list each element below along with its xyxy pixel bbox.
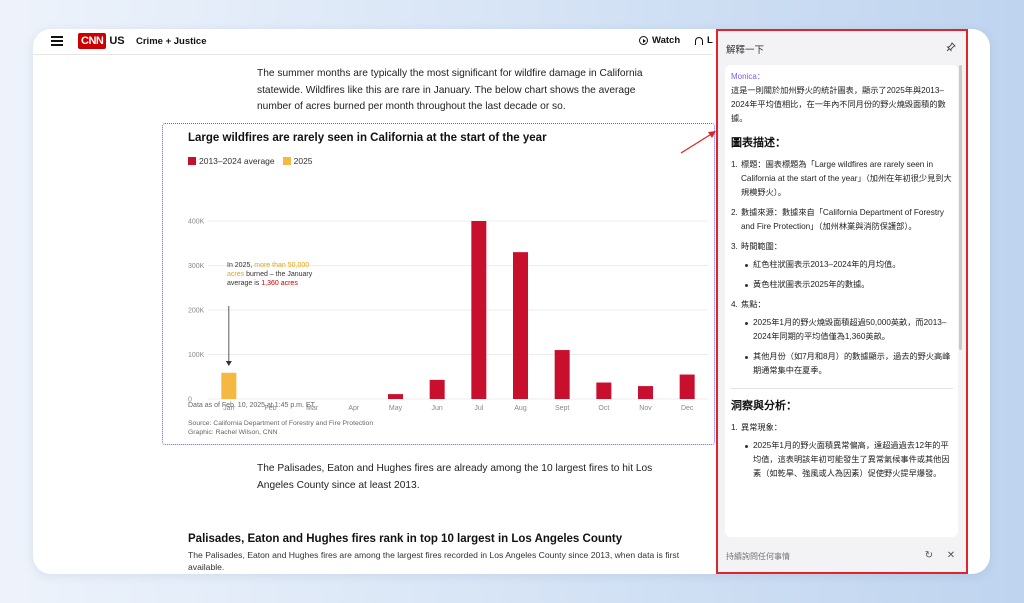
x-tick-label: Oct: [598, 405, 609, 412]
x-tick-label: Aug: [514, 405, 527, 412]
followup-input[interactable]: [726, 551, 914, 561]
bar-average: [471, 221, 487, 399]
logo-mark: CNN: [78, 33, 107, 49]
x-tick-label: Apr: [348, 405, 360, 412]
chart-annotation: In 2025, more than 50,000 acres burned –…: [227, 261, 327, 288]
x-tick-label: Sept: [555, 405, 569, 412]
followup-input-row: ↻ ✕: [726, 545, 958, 567]
bullet-item: 黃色柱狀圖表示2025年的數據。: [731, 278, 953, 292]
note-prefix: In 2025,: [227, 262, 255, 269]
list-item: 3. 時間範圍：: [731, 240, 953, 254]
annotation-arrowhead: [225, 361, 232, 366]
chart-container: Large wildfires are rarely seen in Calif…: [162, 123, 715, 445]
listen-label: L: [707, 35, 713, 46]
edition-label: US: [109, 35, 125, 47]
x-tick-label: Dec: [681, 405, 694, 412]
x-tick-label: Nov: [639, 405, 652, 412]
section-heading: Palisades, Eaton and Hughes fires rank i…: [188, 533, 623, 545]
y-tick-label: 400K: [188, 219, 205, 226]
section-link[interactable]: Crime + Justice: [136, 36, 207, 47]
source-line: Source: California Department of Forestr…: [188, 420, 374, 427]
response-card: Monica： 這是一則關於加州野火的統計圖表，顯示了2025年與2013–20…: [725, 65, 958, 537]
chart-source: Source: California Department of Forestr…: [188, 420, 373, 437]
panel-header: 解釋一下: [718, 31, 966, 65]
bullet-item: 紅色柱狀圖表示2013–2024年的月均值。: [731, 258, 953, 272]
listen-button[interactable]: L: [695, 35, 713, 46]
list-text: 焦點：: [741, 300, 766, 309]
site-header: CNN US Crime + Justice Watch L: [33, 29, 713, 55]
section-title-description: 圖表描述：: [731, 137, 786, 149]
pin-icon[interactable]: [946, 42, 956, 52]
assistant-name: Monica：: [731, 72, 765, 81]
bar-average: [638, 386, 653, 399]
menu-icon[interactable]: [51, 36, 63, 46]
intro-paragraph: The summer months are typically the most…: [257, 68, 643, 112]
response-intro: 這是一則關於加州野火的統計圖表，顯示了2025年與2013–2024年平均值相比…: [731, 86, 946, 123]
list-item: 1. 異常現象：: [731, 421, 953, 435]
list-number: 3.: [731, 242, 738, 251]
bar-average: [554, 350, 570, 399]
watch-button[interactable]: Watch: [639, 35, 680, 46]
y-tick-label: 200K: [188, 308, 205, 315]
list-text: 標題：圖表標題為「Large wildfires are rarely seen…: [741, 160, 952, 197]
panel-title: 解釋一下: [726, 45, 765, 56]
list-number: 1.: [731, 423, 738, 432]
list-item: 4. 焦點：: [731, 298, 953, 312]
scrollbar[interactable]: [959, 65, 962, 350]
close-icon[interactable]: ✕: [944, 549, 958, 563]
cnn-logo[interactable]: CNN US: [78, 33, 125, 49]
section-title-analysis: 洞察與分析：: [731, 400, 797, 412]
list-item: 1. 標題：圖表標題為「Large wildfires are rarely s…: [731, 158, 953, 200]
bar-average: [429, 379, 445, 399]
explain-panel: 解釋一下 Monica： 這是一則關於加州野火的統計圖表，顯示了2025年與20…: [716, 29, 968, 574]
list-item: 2. 數據來源：數據來自「California Department of Fo…: [731, 206, 953, 234]
refresh-icon[interactable]: ↻: [922, 549, 936, 563]
bar-average: [596, 382, 612, 399]
y-tick-label: 300K: [188, 263, 205, 270]
bar-2025: [221, 372, 237, 399]
section-text: The Palisades, Eaton and Hughes fires ar…: [188, 550, 680, 572]
watch-label: Watch: [652, 35, 681, 46]
data-as-of: Data as of Feb. 10, 2025 at 1:45 p.m. ET: [188, 402, 315, 409]
x-tick-label: Jun: [432, 405, 443, 412]
list-text: 時間範圍：: [741, 242, 782, 251]
y-tick-label: 100K: [188, 352, 205, 359]
headphones-icon: [695, 36, 703, 45]
divider: [731, 388, 953, 389]
note-red: 1,360 acres: [261, 280, 298, 287]
bar-average: [679, 374, 695, 399]
list-text: 異常現象：: [741, 423, 782, 432]
list-number: 1.: [731, 160, 738, 169]
list-number: 2.: [731, 208, 738, 217]
list-number: 4.: [731, 300, 738, 309]
list-text: 數據來源：數據來自「California Department of Fores…: [741, 208, 944, 231]
bullet-item: 2025年1月的野火燒毀面積超過50,000英畝，而2013–2024年同期的平…: [731, 316, 953, 344]
after-chart-paragraph: The Palisades, Eaton and Hughes fires ar…: [257, 463, 653, 491]
bar-average: [513, 252, 528, 399]
x-tick-label: Jul: [474, 405, 483, 412]
play-icon: [639, 36, 648, 45]
bullet-item: 2025年1月的野火面積異常偏高，遠超過過去12年的平均值，這表明該年初可能發生…: [731, 439, 953, 481]
x-tick-label: May: [389, 405, 403, 412]
response-content: Monica： 這是一則關於加州野火的統計圖表，顯示了2025年與2013–20…: [731, 70, 953, 487]
bullet-item: 其他月份（如7月和8月）的數據顯示，過去的野火高峰期通常集中在夏季。: [731, 350, 953, 378]
bar-average: [388, 394, 403, 399]
graphic-credit: Graphic: Rachel Wilson, CNN: [188, 428, 278, 436]
